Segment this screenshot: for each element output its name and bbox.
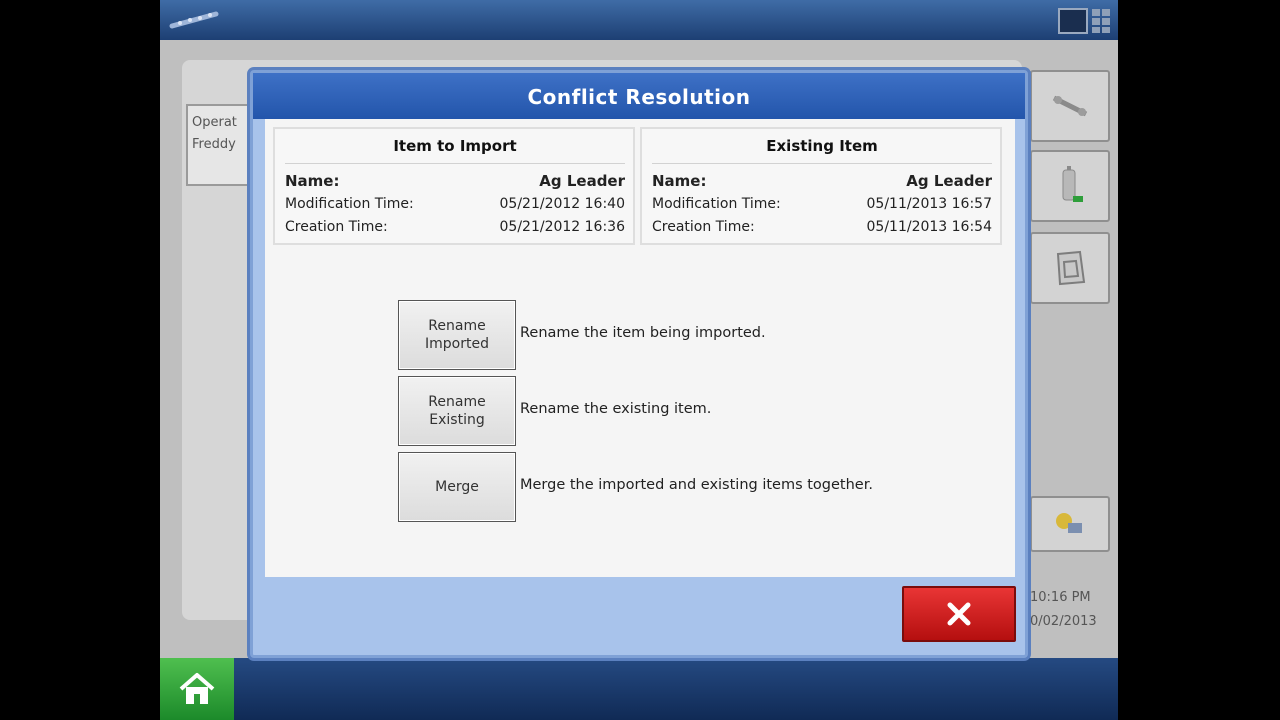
merge-button[interactable]: Merge: [398, 452, 516, 522]
import-mod-value: 05/21/2012 16:40: [499, 196, 626, 212]
existing-name-value: Ag Leader: [906, 172, 992, 190]
gps-button[interactable]: [1030, 496, 1110, 552]
existing-mod-label: Modification Time:: [652, 196, 781, 212]
import-created-value: 05/21/2012 16:36: [499, 219, 626, 235]
existing-mod-row: Modification Time: 05/11/2013 16:57: [652, 193, 992, 216]
operator-box[interactable]: Operat Freddy: [186, 104, 256, 186]
field-boundary-icon: [1056, 250, 1086, 286]
existing-created-row: Creation Time: 05/11/2013 16:54: [652, 216, 992, 239]
rename-existing-description: Rename the existing item.: [520, 401, 712, 417]
top-bar: [160, 0, 1118, 40]
ag-leader-logo-icon: [169, 11, 219, 29]
import-item-box: Item to Import Name: Ag Leader Modificat…: [273, 127, 635, 245]
import-created-row: Creation Time: 05/21/2012 16:36: [285, 216, 625, 239]
map-view-icon[interactable]: [1058, 8, 1112, 34]
existing-name-label: Name:: [652, 172, 707, 190]
import-name-value: Ag Leader: [539, 172, 625, 190]
rename-imported-description: Rename the item being imported.: [520, 325, 766, 341]
tank-icon: [1062, 166, 1083, 202]
import-mod-label: Modification Time:: [285, 196, 414, 212]
clock-date: 0/02/2013: [1030, 614, 1097, 629]
existing-mod-value: 05/11/2013 16:57: [866, 196, 993, 212]
close-button[interactable]: [902, 586, 1016, 642]
import-name-label: Name:: [285, 172, 340, 190]
existing-created-label: Creation Time:: [652, 219, 755, 235]
satellite-icon: [1056, 513, 1082, 533]
clock-time: 10:16 PM: [1030, 590, 1091, 605]
home-icon: [179, 673, 215, 704]
dialog-content: Item to Import Name: Ag Leader Modificat…: [265, 119, 1015, 577]
conflict-resolution-dialog: Conflict Resolution Item to Import Name:…: [250, 70, 1028, 658]
import-item-header: Item to Import: [285, 137, 625, 164]
existing-created-value: 05/11/2013 16:54: [866, 219, 993, 235]
clock: 10:16 PM 0/02/2013: [1030, 586, 1116, 634]
field-button[interactable]: [1030, 232, 1110, 304]
home-button[interactable]: [160, 658, 234, 720]
implement-icon: [1052, 95, 1088, 117]
existing-item-header: Existing Item: [652, 137, 992, 164]
merge-description: Merge the imported and existing items to…: [520, 477, 873, 493]
import-name-row: Name: Ag Leader: [285, 170, 625, 193]
existing-name-row: Name: Ag Leader: [652, 170, 992, 193]
rename-existing-button[interactable]: Rename Existing: [398, 376, 516, 446]
operator-value: Freddy: [192, 137, 236, 152]
rename-imported-button[interactable]: Rename Imported: [398, 300, 516, 370]
implement-button[interactable]: [1030, 70, 1110, 142]
import-mod-row: Modification Time: 05/21/2012 16:40: [285, 193, 625, 216]
bottom-bar: [160, 658, 1118, 720]
product-button[interactable]: [1030, 150, 1110, 222]
existing-item-box: Existing Item Name: Ag Leader Modificati…: [640, 127, 1002, 245]
close-x-icon: [947, 602, 971, 626]
operator-label: Operat: [192, 115, 237, 130]
import-created-label: Creation Time:: [285, 219, 388, 235]
dialog-title: Conflict Resolution: [253, 73, 1025, 119]
